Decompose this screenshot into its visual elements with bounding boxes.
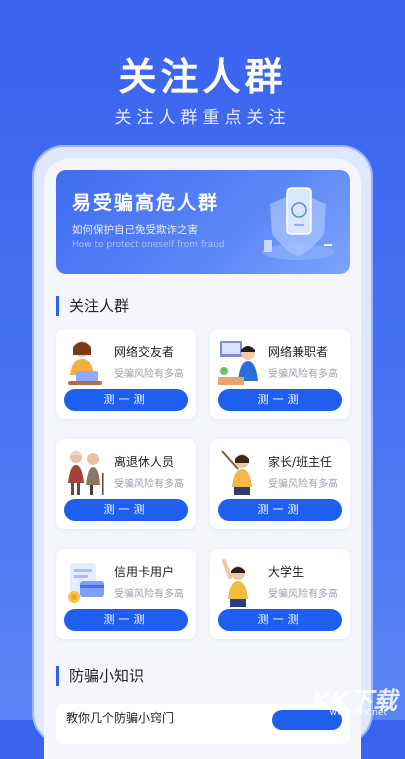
test-button[interactable]: 测一测 (64, 389, 188, 411)
section-title-tips: 防骗小知识 (56, 666, 144, 686)
credit-card-illustration (68, 563, 104, 603)
student-cheering-illustration (222, 559, 248, 607)
elderly-couple-illustration (68, 451, 104, 495)
group-desc: 受骗风险有多高 (114, 479, 184, 490)
group-desc: 受骗风险有多高 (268, 479, 338, 490)
group-name: 网络兼职者 (268, 345, 329, 359)
hero-title: 关注人群 (118, 55, 287, 99)
test-button[interactable]: 测一测 (64, 499, 188, 521)
tip-list-item[interactable]: 教你几个防骗小窍门 (56, 704, 350, 744)
group-card-online-parttime[interactable]: 网络兼职者 受骗风险有多高 测一测 (210, 329, 350, 419)
group-card-credit-card-users[interactable]: 信用卡用户 受骗风险有多高 测一测 (56, 549, 196, 639)
test-button[interactable]: 测一测 (218, 609, 342, 631)
group-name: 大学生 (268, 565, 305, 579)
banner-subtitle-en: How to protect oneself from fraud (72, 240, 225, 250)
group-name: 离退休人员 (114, 455, 175, 469)
tip-title: 教你几个防骗小窍门 (66, 711, 175, 725)
group-card-online-dating[interactable]: 网络交友者 受骗风险有多高 测一测 (56, 329, 196, 419)
group-card-parents-teachers[interactable]: 家长/班主任 受骗风险有多高 测一测 (210, 439, 350, 529)
group-desc: 受骗风险有多高 (114, 589, 184, 600)
hero-subtitle: 关注人群重点关注 (114, 108, 291, 128)
group-name: 信用卡用户 (114, 565, 175, 579)
group-name: 网络交友者 (114, 345, 175, 359)
test-button[interactable]: 测一测 (64, 609, 188, 631)
watermark-url: www.kkx.net (329, 708, 388, 718)
banner-subtitle: 如何保护自己免受欺诈之害 (72, 224, 198, 236)
group-name: 家长/班主任 (268, 455, 333, 469)
man-at-computer-illustration (218, 341, 258, 385)
phone-mockup: 易受骗高危人群 如何保护自己免受欺诈之害 How to protect ones… (32, 145, 373, 759)
group-desc: 受骗风险有多高 (114, 369, 184, 380)
group-card-college-students[interactable]: 大学生 受骗风险有多高 测一测 (210, 549, 350, 639)
group-card-retirees[interactable]: 离退休人员 受骗风险有多高 测一测 (56, 439, 196, 529)
section-title-groups: 关注人群 (56, 296, 129, 316)
woman-with-laptop-illustration (68, 341, 102, 385)
group-desc: 受骗风险有多高 (268, 589, 338, 600)
app-screen: 易受骗高危人群 如何保护自己免受欺诈之害 How to protect ones… (44, 159, 361, 759)
teacher-pointer-illustration (221, 450, 252, 495)
group-desc: 受骗风险有多高 (268, 369, 338, 380)
test-button[interactable]: 测一测 (218, 499, 342, 521)
test-button[interactable]: 测一测 (218, 389, 342, 411)
high-risk-banner[interactable]: 易受骗高危人群 如何保护自己免受欺诈之害 How to protect ones… (56, 170, 350, 274)
banner-title: 易受骗高危人群 (72, 192, 220, 214)
shield-phone-icon (262, 187, 334, 260)
